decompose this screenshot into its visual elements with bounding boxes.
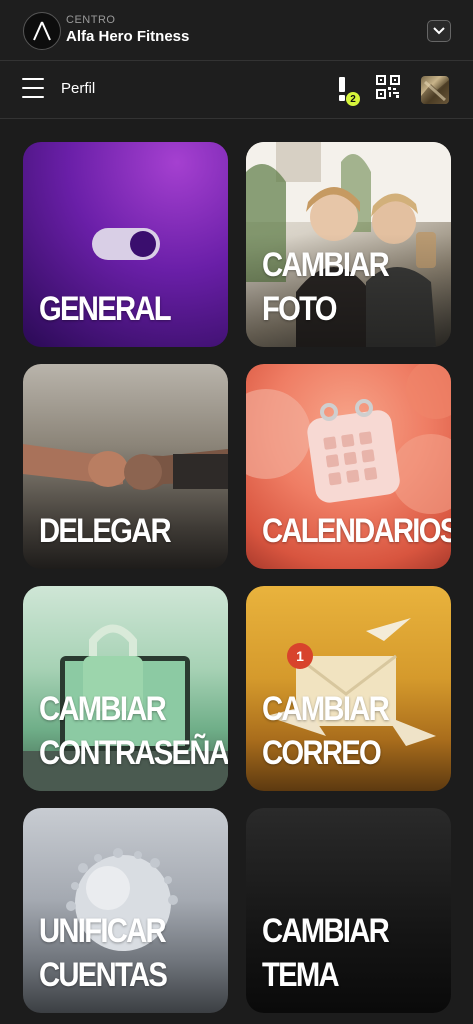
notification-badge: 2	[346, 92, 360, 106]
card-label-cambiar-foto: CAMBIAR FOTO	[262, 246, 390, 328]
svg-text:1: 1	[296, 648, 304, 664]
notifications-button[interactable]: 2	[334, 75, 360, 106]
chevron-down-icon	[433, 27, 445, 35]
card-cambiar-foto[interactable]: CAMBIAR FOTO	[246, 142, 451, 347]
alfa-logo-icon	[23, 12, 61, 50]
card-label-delegar: DELEGAR	[39, 512, 172, 550]
card-label-cambiar-contrasena: CAMBIAR CONTRASEÑA	[39, 690, 228, 772]
hamburger-menu-icon[interactable]	[22, 78, 44, 98]
card-label-cambiar-tema: CAMBIAR TEMA	[262, 912, 390, 994]
card-unificar-cuentas[interactable]: UNIFICAR CUENTAS	[23, 808, 228, 1013]
card-delegar[interactable]: DELEGAR	[23, 364, 228, 569]
avatar[interactable]	[421, 76, 449, 104]
card-cambiar-tema[interactable]: CAMBIAR TEMA	[246, 808, 451, 1013]
card-label-cambiar-correo: CAMBIAR CORREO	[262, 690, 390, 772]
card-label-general: GENERAL	[39, 290, 172, 328]
page-header: Perfil 2	[0, 61, 473, 119]
card-label-calendarios: CALENDARIOS	[262, 512, 451, 550]
card-cambiar-correo[interactable]: 1 CAMBIAR CORREO	[246, 586, 451, 791]
alert-icon-dot	[339, 95, 345, 101]
card-cambiar-contrasena[interactable]: CAMBIAR CONTRASEÑA	[23, 586, 228, 791]
page-title: Perfil	[61, 80, 96, 97]
card-general[interactable]: GENERAL	[23, 142, 228, 347]
card-calendarios[interactable]: CALENDARIOS	[246, 364, 451, 569]
center-name: Alfa Hero Fitness	[66, 28, 190, 45]
center-label: CENTRO	[66, 14, 116, 26]
qr-code-button[interactable]	[376, 75, 400, 104]
card-label-unificar-cuentas: UNIFICAR CUENTAS	[39, 912, 168, 994]
center-selector-bar[interactable]: CENTRO Alfa Hero Fitness	[0, 0, 473, 61]
alert-icon	[339, 77, 345, 92]
qr-code-icon	[376, 75, 400, 99]
center-dropdown-button[interactable]	[427, 20, 451, 42]
